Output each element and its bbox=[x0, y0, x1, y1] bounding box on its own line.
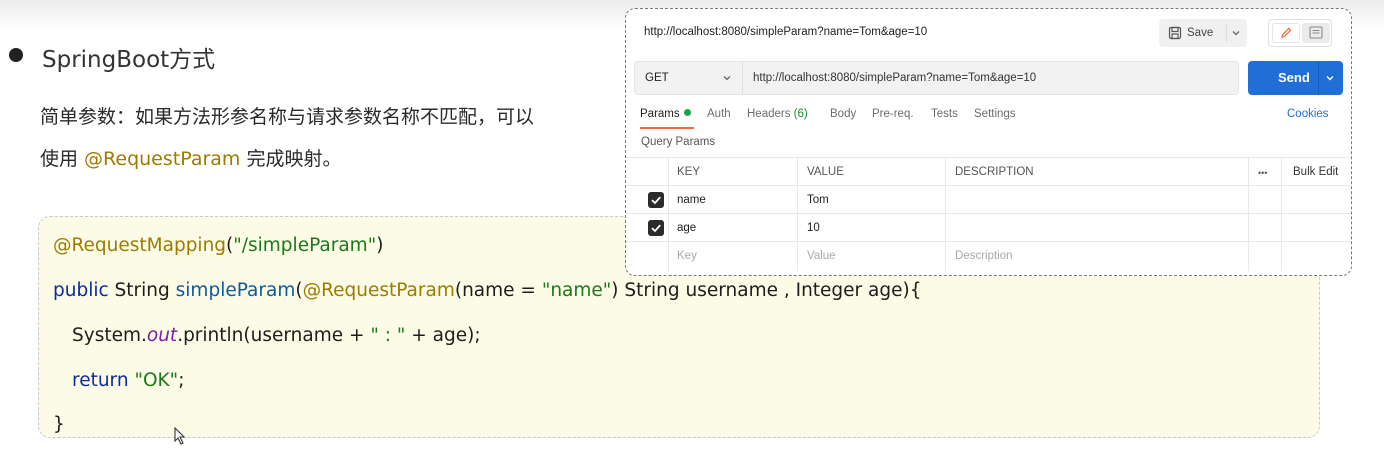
request-tab-title[interactable]: http://localhost:8080/simpleParam?name=T… bbox=[644, 26, 927, 38]
param-key[interactable]: name bbox=[677, 194, 706, 206]
method-label: GET bbox=[645, 72, 669, 84]
url-input[interactable]: http://localhost:8080/simpleParam?name=T… bbox=[753, 72, 1036, 84]
view-mode-toggle bbox=[1268, 19, 1332, 47]
code-line-5: } bbox=[53, 414, 65, 435]
paragraph-line-1: 简单参数：如果方法形参名称与请求参数名称不匹配，可以 bbox=[40, 106, 535, 128]
send-button[interactable]: Send bbox=[1248, 61, 1343, 95]
table-header-row: KEY VALUE DESCRIPTION ••• Bulk Edit bbox=[626, 157, 1351, 185]
request-bar: GET http://localhost:8080/simpleParam?na… bbox=[634, 61, 1239, 95]
code-punct: ) bbox=[376, 235, 384, 256]
chevron-down-icon[interactable] bbox=[1230, 27, 1242, 39]
documentation-mode-button[interactable] bbox=[1302, 23, 1330, 43]
code-line-2: public String simpleParam(@RequestParam(… bbox=[53, 280, 922, 301]
headers-count: (6) bbox=[793, 108, 808, 120]
code-text: ; bbox=[178, 370, 185, 391]
code-line-1: @RequestMapping("/simpleParam") bbox=[53, 235, 383, 256]
code-method-name: simpleParam bbox=[175, 280, 296, 301]
table-row-new: Key Value Description bbox=[626, 241, 1351, 269]
checkmark-icon bbox=[651, 224, 661, 233]
pencil-icon bbox=[1281, 27, 1292, 38]
table-row: age 10 bbox=[626, 213, 1351, 241]
param-value[interactable]: 10 bbox=[807, 222, 820, 234]
paragraph-line-2: 使用 @RequestParam 完成映射。 bbox=[40, 144, 341, 171]
send-label: Send bbox=[1278, 70, 1310, 85]
tab-body[interactable]: Body bbox=[830, 108, 856, 120]
code-keyword: return bbox=[72, 370, 129, 391]
code-string: "OK" bbox=[134, 370, 179, 391]
code-string: " : " bbox=[370, 325, 406, 346]
edit-mode-button[interactable] bbox=[1272, 23, 1300, 43]
code-text: .println(username + bbox=[177, 325, 371, 346]
annotation-text: @RequestParam bbox=[84, 148, 241, 170]
code-text: (name = bbox=[454, 280, 542, 301]
column-header-value: VALUE bbox=[807, 166, 844, 178]
table-row: name Tom bbox=[626, 185, 1351, 213]
code-type: String bbox=[108, 280, 176, 301]
param-key[interactable]: age bbox=[677, 222, 696, 234]
code-annotation: @RequestMapping bbox=[53, 235, 227, 256]
column-header-key: KEY bbox=[677, 166, 701, 178]
code-line-4: return "OK"; bbox=[72, 370, 184, 391]
more-options-icon[interactable]: ••• bbox=[1258, 168, 1267, 178]
tab-headers[interactable]: Headers (6) bbox=[747, 108, 808, 120]
code-string: "name" bbox=[541, 280, 612, 301]
param-value[interactable]: Tom bbox=[807, 194, 829, 206]
code-text: ) String username , Integer age){ bbox=[611, 280, 922, 301]
query-params-table: KEY VALUE DESCRIPTION ••• Bulk Edit name… bbox=[626, 157, 1351, 271]
row-checkbox[interactable] bbox=[648, 192, 664, 208]
tab-params[interactable]: Params bbox=[640, 108, 691, 120]
row-checkbox[interactable] bbox=[648, 220, 664, 236]
code-text: System. bbox=[72, 325, 147, 346]
value-placeholder[interactable]: Value bbox=[807, 250, 836, 262]
save-icon bbox=[1168, 26, 1182, 40]
key-placeholder[interactable]: Key bbox=[677, 250, 697, 262]
cookies-link[interactable]: Cookies bbox=[1287, 108, 1329, 120]
description-placeholder[interactable]: Description bbox=[955, 250, 1013, 262]
tab-tests[interactable]: Tests bbox=[931, 108, 958, 120]
bulk-edit-button[interactable]: Bulk Edit bbox=[1293, 166, 1338, 178]
save-label: Save bbox=[1187, 27, 1214, 39]
divider bbox=[1318, 61, 1319, 95]
active-tab-underline bbox=[640, 127, 694, 129]
tab-pre-request[interactable]: Pre-req. bbox=[872, 108, 914, 120]
code-punct: ( bbox=[295, 280, 303, 301]
paragraph-text-end: 完成映射。 bbox=[240, 148, 342, 170]
query-params-label: Query Params bbox=[641, 136, 716, 148]
document-icon bbox=[1309, 26, 1323, 39]
checkmark-icon bbox=[651, 196, 661, 205]
tab-label: Params bbox=[640, 108, 680, 120]
mouse-pointer-icon bbox=[174, 427, 186, 445]
chevron-down-icon[interactable] bbox=[1324, 72, 1336, 84]
column-header-description: DESCRIPTION bbox=[955, 166, 1034, 178]
code-annotation: @RequestParam bbox=[302, 280, 455, 301]
divider bbox=[1226, 24, 1227, 42]
code-line-3: System.out.println(username + " : " + ag… bbox=[72, 325, 481, 346]
slide-heading: SpringBoot方式 bbox=[42, 47, 216, 73]
save-button[interactable]: Save bbox=[1159, 19, 1247, 47]
bullet-dot bbox=[9, 48, 23, 62]
code-string: "/simpleParam" bbox=[233, 235, 377, 256]
tab-label: Headers bbox=[747, 108, 791, 120]
code-text: + age); bbox=[405, 325, 481, 346]
code-static-field: out bbox=[146, 325, 178, 346]
code-keyword: public bbox=[53, 280, 109, 301]
method-select[interactable]: GET bbox=[635, 62, 743, 94]
active-indicator-dot bbox=[683, 109, 691, 116]
tab-auth[interactable]: Auth bbox=[707, 108, 731, 120]
chevron-down-icon bbox=[723, 76, 731, 81]
postman-request-panel: http://localhost:8080/simpleParam?name=T… bbox=[625, 8, 1352, 276]
paragraph-text: 使用 bbox=[40, 148, 85, 170]
tab-settings[interactable]: Settings bbox=[974, 108, 1016, 120]
